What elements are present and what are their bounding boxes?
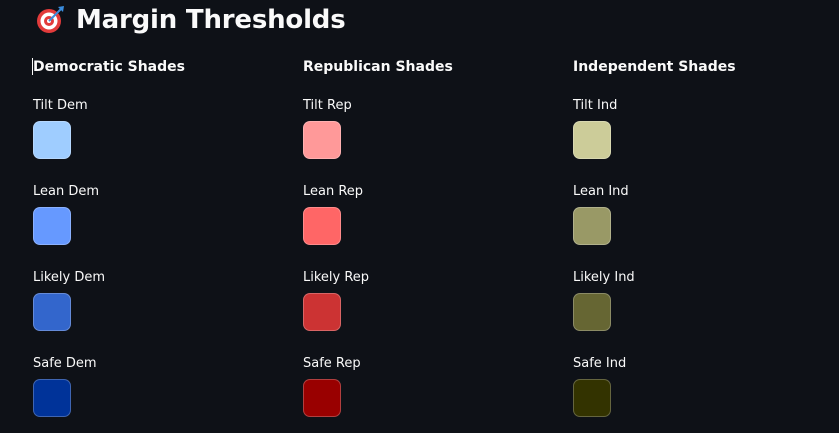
color-picker-swatch[interactable] bbox=[33, 379, 71, 417]
shade-label: Safe Ind bbox=[573, 356, 627, 371]
shade-label: Likely Ind bbox=[573, 270, 635, 285]
color-picker-swatch[interactable] bbox=[303, 207, 341, 245]
color-picker-swatch[interactable] bbox=[303, 379, 341, 417]
title-row: Margin Thresholds bbox=[34, 4, 346, 36]
shade-label: Safe Dem bbox=[33, 356, 97, 371]
shade-tilt-rep: Tilt Rep bbox=[303, 97, 543, 181]
color-picker-swatch[interactable] bbox=[303, 121, 341, 159]
color-picker-swatch[interactable] bbox=[33, 121, 71, 159]
shade-tilt-ind: Tilt Ind bbox=[573, 97, 813, 181]
shade-safe-ind: Safe Ind bbox=[573, 355, 813, 433]
shade-label: Likely Rep bbox=[303, 270, 370, 285]
column-header: Republican Shades bbox=[303, 59, 453, 75]
shade-label: Lean Rep bbox=[303, 184, 364, 199]
shade-label: Lean Ind bbox=[573, 184, 629, 199]
shade-safe-dem: Safe Dem bbox=[33, 355, 273, 433]
shade-likely-rep: Likely Rep bbox=[303, 269, 543, 353]
color-picker-swatch[interactable] bbox=[33, 207, 71, 245]
shade-lean-dem: Lean Dem bbox=[33, 183, 273, 267]
color-picker-swatch[interactable] bbox=[303, 293, 341, 331]
shade-likely-dem: Likely Dem bbox=[33, 269, 273, 353]
color-picker-swatch[interactable] bbox=[33, 293, 71, 331]
color-picker-swatch[interactable] bbox=[573, 121, 611, 159]
shade-likely-ind: Likely Ind bbox=[573, 269, 813, 353]
shade-lean-rep: Lean Rep bbox=[303, 183, 543, 267]
page: Margin Thresholds Democratic Shades Tilt… bbox=[0, 0, 839, 433]
column-header: Independent Shades bbox=[573, 59, 736, 75]
shade-tilt-dem: Tilt Dem bbox=[33, 97, 273, 181]
shade-label: Likely Dem bbox=[33, 270, 106, 285]
column-independent: Independent Shades Tilt Ind Lean Ind Lik… bbox=[573, 57, 813, 433]
shade-label: Tilt Ind bbox=[573, 98, 618, 113]
column-democratic: Democratic Shades Tilt Dem Lean Dem Like… bbox=[33, 57, 273, 433]
shade-lean-ind: Lean Ind bbox=[573, 183, 813, 267]
shade-safe-rep: Safe Rep bbox=[303, 355, 543, 433]
shade-label: Tilt Rep bbox=[303, 98, 352, 113]
column-republican: Republican Shades Tilt Rep Lean Rep Like… bbox=[303, 57, 543, 433]
color-picker-swatch[interactable] bbox=[573, 379, 611, 417]
color-picker-swatch[interactable] bbox=[573, 293, 611, 331]
page-title: Margin Thresholds bbox=[76, 5, 346, 35]
shade-label: Tilt Dem bbox=[33, 98, 88, 113]
target-icon bbox=[37, 6, 64, 33]
color-picker-swatch[interactable] bbox=[573, 207, 611, 245]
shade-label: Safe Rep bbox=[303, 356, 361, 371]
column-header: Democratic Shades bbox=[33, 59, 185, 75]
shade-label: Lean Dem bbox=[33, 184, 100, 199]
